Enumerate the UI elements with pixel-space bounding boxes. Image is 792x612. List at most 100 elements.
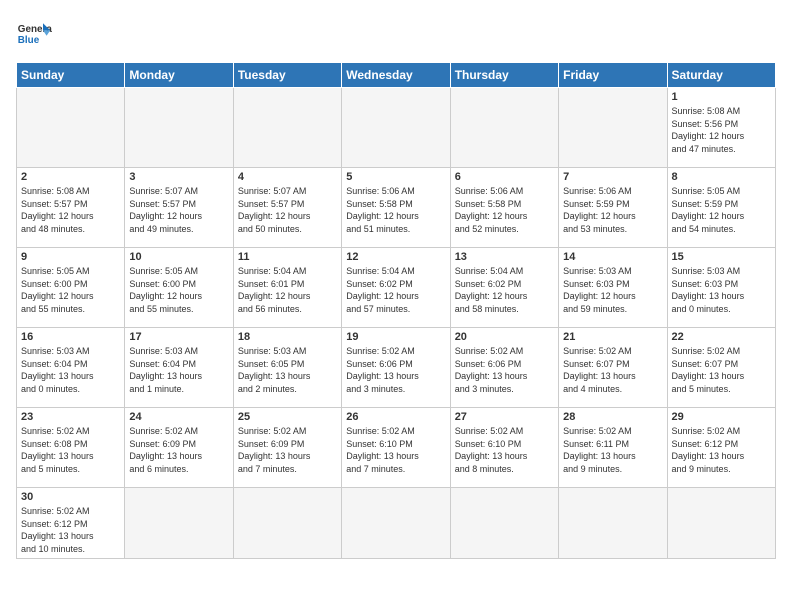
day-info: Sunrise: 5:03 AM Sunset: 6:04 PM Dayligh… bbox=[129, 345, 228, 395]
day-number: 12 bbox=[346, 251, 445, 263]
day-info: Sunrise: 5:02 AM Sunset: 6:10 PM Dayligh… bbox=[346, 425, 445, 475]
day-number: 5 bbox=[346, 171, 445, 183]
calendar-cell: 1Sunrise: 5:08 AM Sunset: 5:56 PM Daylig… bbox=[667, 88, 775, 168]
day-info: Sunrise: 5:02 AM Sunset: 6:06 PM Dayligh… bbox=[346, 345, 445, 395]
day-info: Sunrise: 5:07 AM Sunset: 5:57 PM Dayligh… bbox=[129, 185, 228, 235]
day-number: 21 bbox=[563, 331, 662, 343]
calendar-cell: 8 Sunrise: 5:05 AM Sunset: 5:59 PM Daylig… bbox=[667, 168, 775, 248]
day-number: 15 bbox=[672, 251, 771, 263]
calendar-week-row: 2 Sunrise: 5:08 AM Sunset: 5:57 PM Daylig… bbox=[17, 168, 776, 248]
calendar-week-row: 9Sunrise: 5:05 AM Sunset: 6:00 PM Daylig… bbox=[17, 248, 776, 328]
svg-text:Blue: Blue bbox=[18, 35, 40, 46]
day-number: 27 bbox=[455, 411, 554, 423]
calendar-cell: 17 Sunrise: 5:03 AM Sunset: 6:04 PM Dayli… bbox=[125, 328, 233, 408]
calendar-cell: 19 Sunrise: 5:02 AM Sunset: 6:06 PM Dayli… bbox=[342, 328, 450, 408]
day-number: 14 bbox=[563, 251, 662, 263]
weekday-header: Friday bbox=[559, 63, 667, 88]
calendar-cell bbox=[342, 88, 450, 168]
day-number: 19 bbox=[346, 331, 445, 343]
day-number: 2 bbox=[21, 171, 120, 183]
calendar-cell: 29 Sunrise: 5:02 AM Sunset: 6:12 PM Dayli… bbox=[667, 408, 775, 488]
calendar-cell bbox=[17, 88, 125, 168]
weekday-header: Sunday bbox=[17, 63, 125, 88]
weekday-header-row: SundayMondayTuesdayWednesdayThursdayFrid… bbox=[17, 63, 776, 88]
day-number: 3 bbox=[129, 171, 228, 183]
calendar-cell: 10 Sunrise: 5:05 AM Sunset: 6:00 PM Dayli… bbox=[125, 248, 233, 328]
calendar-cell: 18 Sunrise: 5:03 AM Sunset: 6:05 PM Dayli… bbox=[233, 328, 341, 408]
calendar-week-row: 16Sunrise: 5:03 AM Sunset: 6:04 PM Dayli… bbox=[17, 328, 776, 408]
day-info: Sunrise: 5:08 AM Sunset: 5:56 PM Dayligh… bbox=[672, 105, 771, 155]
calendar-cell: 27 Sunrise: 5:02 AM Sunset: 6:10 PM Dayli… bbox=[450, 408, 558, 488]
day-info: Sunrise: 5:02 AM Sunset: 6:06 PM Dayligh… bbox=[455, 345, 554, 395]
calendar-cell: 13 Sunrise: 5:04 AM Sunset: 6:02 PM Dayli… bbox=[450, 248, 558, 328]
calendar-cell bbox=[125, 488, 233, 559]
calendar-cell: 3 Sunrise: 5:07 AM Sunset: 5:57 PM Daylig… bbox=[125, 168, 233, 248]
day-number: 28 bbox=[563, 411, 662, 423]
calendar-cell bbox=[233, 488, 341, 559]
calendar-cell: 12Sunrise: 5:04 AM Sunset: 6:02 PM Dayli… bbox=[342, 248, 450, 328]
day-number: 10 bbox=[129, 251, 228, 263]
calendar-cell: 26 Sunrise: 5:02 AM Sunset: 6:10 PM Dayli… bbox=[342, 408, 450, 488]
calendar-week-row: 1Sunrise: 5:08 AM Sunset: 5:56 PM Daylig… bbox=[17, 88, 776, 168]
weekday-header: Thursday bbox=[450, 63, 558, 88]
day-info: Sunrise: 5:02 AM Sunset: 6:09 PM Dayligh… bbox=[129, 425, 228, 475]
day-info: Sunrise: 5:05 AM Sunset: 6:00 PM Dayligh… bbox=[21, 265, 120, 315]
calendar-cell bbox=[559, 88, 667, 168]
day-info: Sunrise: 5:03 AM Sunset: 6:04 PM Dayligh… bbox=[21, 345, 120, 395]
day-info: Sunrise: 5:02 AM Sunset: 6:10 PM Dayligh… bbox=[455, 425, 554, 475]
day-number: 29 bbox=[672, 411, 771, 423]
calendar-week-row: 30Sunrise: 5:02 AM Sunset: 6:12 PM Dayli… bbox=[17, 488, 776, 559]
calendar-cell: 6 Sunrise: 5:06 AM Sunset: 5:58 PM Daylig… bbox=[450, 168, 558, 248]
calendar-cell: 28 Sunrise: 5:02 AM Sunset: 6:11 PM Dayli… bbox=[559, 408, 667, 488]
weekday-header: Monday bbox=[125, 63, 233, 88]
calendar-cell: 23 Sunrise: 5:02 AM Sunset: 6:08 PM Dayli… bbox=[17, 408, 125, 488]
calendar-cell bbox=[450, 488, 558, 559]
day-number: 25 bbox=[238, 411, 337, 423]
day-info: Sunrise: 5:06 AM Sunset: 5:58 PM Dayligh… bbox=[346, 185, 445, 235]
day-info: Sunrise: 5:02 AM Sunset: 6:12 PM Dayligh… bbox=[672, 425, 771, 475]
calendar-cell: 21 Sunrise: 5:02 AM Sunset: 6:07 PM Dayli… bbox=[559, 328, 667, 408]
calendar-cell: 20 Sunrise: 5:02 AM Sunset: 6:06 PM Dayli… bbox=[450, 328, 558, 408]
weekday-header: Saturday bbox=[667, 63, 775, 88]
calendar-cell bbox=[125, 88, 233, 168]
calendar-cell: 4Sunrise: 5:07 AM Sunset: 5:57 PM Daylig… bbox=[233, 168, 341, 248]
day-number: 6 bbox=[455, 171, 554, 183]
day-info: Sunrise: 5:06 AM Sunset: 5:59 PM Dayligh… bbox=[563, 185, 662, 235]
logo-icon: General Blue bbox=[16, 16, 52, 52]
day-number: 22 bbox=[672, 331, 771, 343]
day-info: Sunrise: 5:04 AM Sunset: 6:02 PM Dayligh… bbox=[455, 265, 554, 315]
day-info: Sunrise: 5:06 AM Sunset: 5:58 PM Dayligh… bbox=[455, 185, 554, 235]
day-number: 26 bbox=[346, 411, 445, 423]
weekday-header: Tuesday bbox=[233, 63, 341, 88]
calendar-cell bbox=[667, 488, 775, 559]
day-info: Sunrise: 5:05 AM Sunset: 6:00 PM Dayligh… bbox=[129, 265, 228, 315]
day-number: 18 bbox=[238, 331, 337, 343]
calendar-cell: 11Sunrise: 5:04 AM Sunset: 6:01 PM Dayli… bbox=[233, 248, 341, 328]
calendar-cell: 14Sunrise: 5:03 AM Sunset: 6:03 PM Dayli… bbox=[559, 248, 667, 328]
day-number: 8 bbox=[672, 171, 771, 183]
page-header: General Blue bbox=[16, 16, 776, 52]
day-info: Sunrise: 5:02 AM Sunset: 6:12 PM Dayligh… bbox=[21, 505, 120, 555]
day-number: 20 bbox=[455, 331, 554, 343]
day-number: 13 bbox=[455, 251, 554, 263]
day-info: Sunrise: 5:07 AM Sunset: 5:57 PM Dayligh… bbox=[238, 185, 337, 235]
calendar-cell: 5 Sunrise: 5:06 AM Sunset: 5:58 PM Daylig… bbox=[342, 168, 450, 248]
calendar-week-row: 23 Sunrise: 5:02 AM Sunset: 6:08 PM Dayli… bbox=[17, 408, 776, 488]
day-info: Sunrise: 5:05 AM Sunset: 5:59 PM Dayligh… bbox=[672, 185, 771, 235]
calendar-cell: 9Sunrise: 5:05 AM Sunset: 6:00 PM Daylig… bbox=[17, 248, 125, 328]
calendar-cell bbox=[450, 88, 558, 168]
logo: General Blue bbox=[16, 16, 52, 52]
day-info: Sunrise: 5:08 AM Sunset: 5:57 PM Dayligh… bbox=[21, 185, 120, 235]
day-info: Sunrise: 5:03 AM Sunset: 6:05 PM Dayligh… bbox=[238, 345, 337, 395]
day-info: Sunrise: 5:04 AM Sunset: 6:01 PM Dayligh… bbox=[238, 265, 337, 315]
calendar-cell: 2 Sunrise: 5:08 AM Sunset: 5:57 PM Daylig… bbox=[17, 168, 125, 248]
day-info: Sunrise: 5:02 AM Sunset: 6:08 PM Dayligh… bbox=[21, 425, 120, 475]
day-info: Sunrise: 5:02 AM Sunset: 6:11 PM Dayligh… bbox=[563, 425, 662, 475]
day-info: Sunrise: 5:02 AM Sunset: 6:07 PM Dayligh… bbox=[563, 345, 662, 395]
calendar-cell bbox=[559, 488, 667, 559]
day-number: 17 bbox=[129, 331, 228, 343]
day-number: 23 bbox=[21, 411, 120, 423]
calendar-table: SundayMondayTuesdayWednesdayThursdayFrid… bbox=[16, 62, 776, 559]
day-number: 7 bbox=[563, 171, 662, 183]
day-info: Sunrise: 5:03 AM Sunset: 6:03 PM Dayligh… bbox=[672, 265, 771, 315]
